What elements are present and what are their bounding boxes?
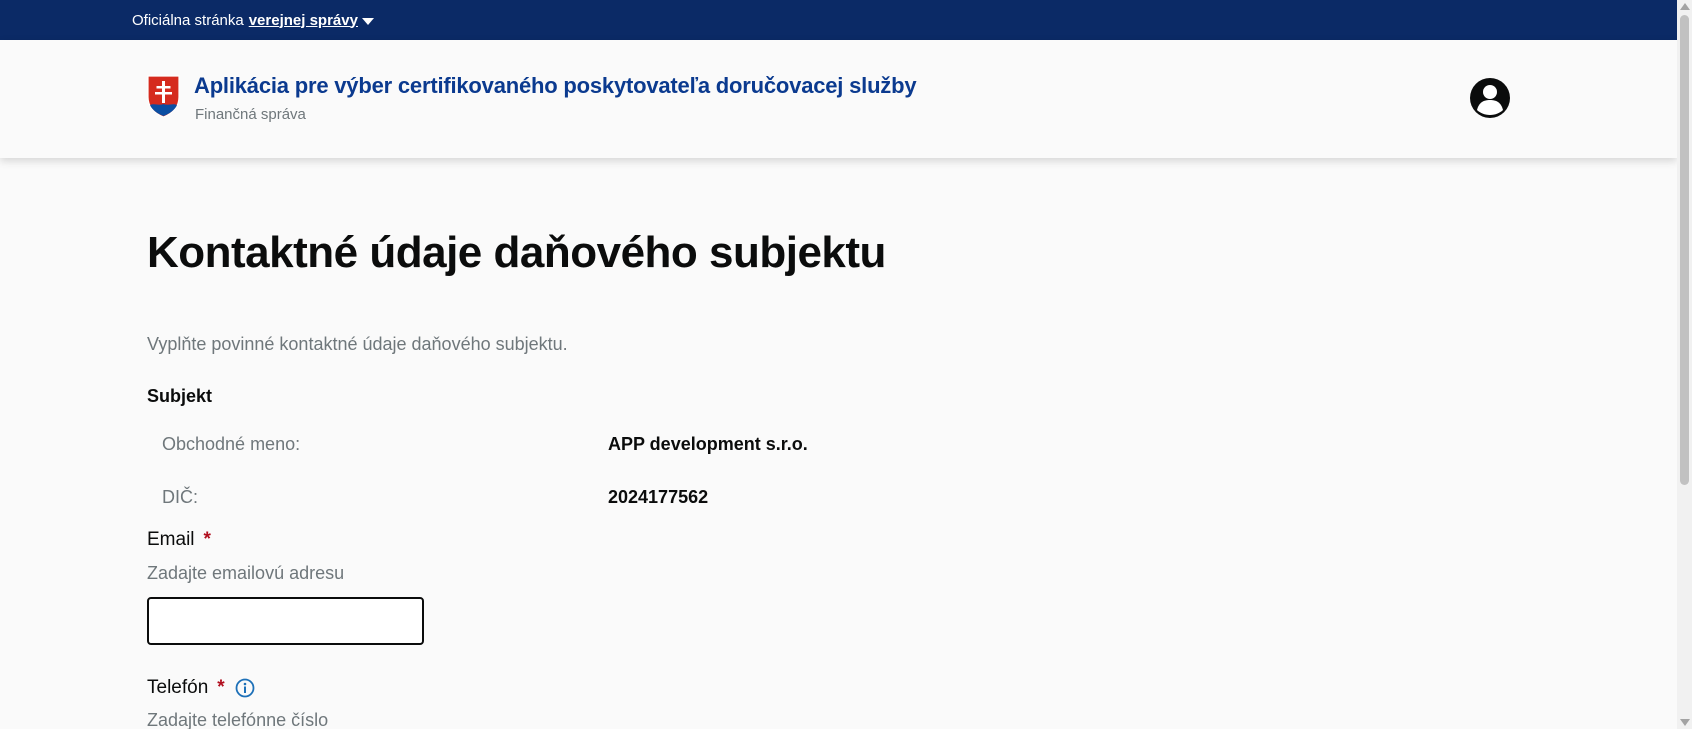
email-field[interactable] (147, 597, 424, 645)
app-header: Aplikácia pre výber certifikovaného posk… (0, 40, 1677, 158)
page-scrollbar[interactable] (1677, 0, 1692, 729)
business-name-value: APP development s.r.o. (608, 434, 808, 454)
email-label: Email * (147, 529, 211, 551)
info-circle-icon[interactable] (235, 678, 255, 698)
app-title[interactable]: Aplikácia pre výber certifikovaného posk… (194, 73, 917, 99)
required-marker: * (217, 677, 225, 698)
scrollbar-thumb[interactable] (1680, 15, 1689, 485)
business-name-label: Obchodné meno: (162, 434, 301, 454)
email-label-text: Email (147, 529, 195, 550)
user-account-button[interactable] (1470, 78, 1510, 118)
required-marker: * (203, 529, 211, 550)
slovak-coat-of-arms-icon (147, 75, 180, 118)
page-title: Kontaktné údaje daňového subjektu (147, 228, 886, 277)
page-lead-text: Vyplňte povinné kontaktné údaje daňového… (147, 334, 568, 354)
phone-label-text: Telefón (147, 677, 209, 698)
caret-down-icon[interactable] (361, 17, 374, 25)
scroll-down-arrow-icon[interactable] (1680, 719, 1690, 726)
app-subtitle: Finančná správa (195, 106, 306, 123)
subject-heading: Subjekt (147, 386, 213, 406)
public-administration-link[interactable]: verejnej správy (249, 12, 358, 29)
email-hint: Zadajte emailovú adresu (147, 563, 345, 583)
official-site-text: Oficiálna stránka (132, 11, 244, 29)
scroll-up-arrow-icon[interactable] (1680, 3, 1690, 10)
tax-id-label: DIČ: (162, 487, 198, 507)
official-site-banner: Oficiálna stránka verejnej správy (0, 0, 1677, 40)
phone-label: Telefón * (147, 677, 255, 699)
tax-id-value: 2024177562 (608, 487, 709, 507)
user-account-icon (1477, 85, 1503, 115)
phone-hint: Zadajte telefónne číslo (147, 710, 329, 729)
